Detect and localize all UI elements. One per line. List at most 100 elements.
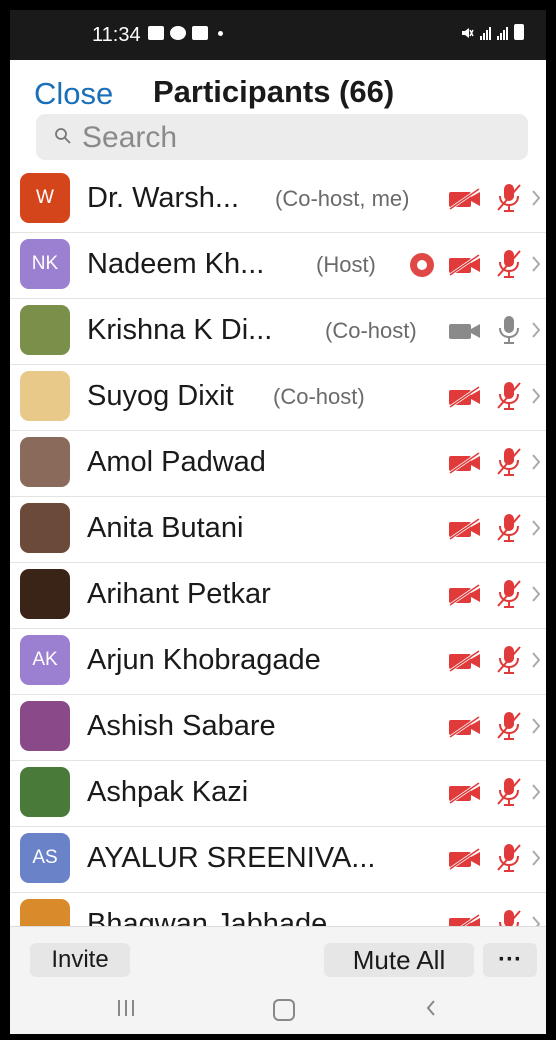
whatsapp-icon bbox=[170, 26, 186, 40]
microphone-muted-icon[interactable] bbox=[496, 908, 522, 926]
video-off-icon[interactable] bbox=[448, 847, 482, 871]
avatar: NK bbox=[20, 239, 70, 289]
participant-row[interactable]: Arihant Petkar bbox=[10, 562, 546, 629]
chevron-right-icon[interactable] bbox=[530, 846, 542, 870]
microphone-icon[interactable] bbox=[496, 314, 522, 346]
participant-row[interactable]: Anita Butani bbox=[10, 496, 546, 563]
invite-button[interactable]: Invite bbox=[30, 943, 130, 977]
participant-role: (Co-host, me) bbox=[275, 186, 410, 211]
app-frame: 11:34 Close Participants (66) W Dr. Warsh… bbox=[10, 10, 546, 1034]
mute-all-button[interactable]: Mute All bbox=[324, 943, 474, 977]
participant-name: Ashish Sabare bbox=[87, 710, 276, 742]
chevron-right-icon[interactable] bbox=[530, 186, 542, 210]
chevron-right-icon[interactable] bbox=[530, 912, 542, 926]
participant-role: (Co-host) bbox=[273, 384, 365, 409]
video-off-icon[interactable] bbox=[448, 649, 482, 673]
search-bar[interactable] bbox=[36, 114, 528, 160]
battery-icon bbox=[514, 24, 524, 40]
news-icon bbox=[192, 26, 208, 40]
video-off-icon[interactable] bbox=[448, 781, 482, 805]
bottom-toolbar: Invite Mute All ··· bbox=[10, 926, 546, 989]
video-off-icon[interactable] bbox=[448, 451, 482, 475]
participant-list[interactable]: W Dr. Warsh... (Co-host, me) NK Nadeem Kh...… bbox=[10, 166, 546, 926]
video-off-icon[interactable] bbox=[448, 715, 482, 739]
video-off-icon[interactable] bbox=[448, 187, 482, 211]
chevron-right-icon[interactable] bbox=[530, 384, 542, 408]
video-off-icon[interactable] bbox=[448, 913, 482, 926]
microphone-muted-icon[interactable] bbox=[496, 644, 522, 676]
signal-sim2-icon bbox=[497, 27, 508, 40]
chevron-right-icon[interactable] bbox=[530, 648, 542, 672]
avatar bbox=[20, 503, 70, 553]
avatar bbox=[20, 767, 70, 817]
participant-name: Bhagwan Jabhade bbox=[87, 908, 328, 926]
participant-name: Ashpak Kazi bbox=[87, 776, 249, 808]
microphone-muted-icon[interactable] bbox=[496, 512, 522, 544]
avatar bbox=[20, 569, 70, 619]
mute-icon bbox=[462, 28, 474, 38]
video-off-icon[interactable] bbox=[448, 583, 482, 607]
android-nav-bar bbox=[10, 988, 546, 1034]
participant-name: Arihant Petkar bbox=[87, 578, 271, 610]
avatar bbox=[20, 899, 70, 926]
participant-name: Nadeem Kh... bbox=[87, 248, 265, 280]
chevron-right-icon[interactable] bbox=[530, 450, 542, 474]
avatar bbox=[20, 305, 70, 355]
participant-row[interactable]: Ashish Sabare bbox=[10, 694, 546, 761]
participant-row[interactable]: Bhagwan Jabhade bbox=[10, 892, 546, 926]
participant-role: (Co-host) bbox=[325, 318, 417, 343]
participant-row[interactable]: W Dr. Warsh... (Co-host, me) bbox=[10, 166, 546, 233]
avatar: W bbox=[20, 173, 70, 223]
microphone-muted-icon[interactable] bbox=[496, 710, 522, 742]
microphone-muted-icon[interactable] bbox=[496, 446, 522, 478]
video-off-icon[interactable] bbox=[448, 517, 482, 541]
chevron-right-icon[interactable] bbox=[530, 780, 542, 804]
participant-name: Suyog Dixit bbox=[87, 380, 234, 412]
more-notifications-icon bbox=[218, 30, 223, 36]
gallery-icon bbox=[148, 26, 164, 40]
participant-row[interactable]: Krishna K Di... (Co-host) bbox=[10, 298, 546, 365]
status-time: 11:34 bbox=[92, 24, 141, 46]
microphone-muted-icon[interactable] bbox=[496, 842, 522, 874]
participant-row[interactable]: AS AYALUR SREENIVA... bbox=[10, 826, 546, 893]
avatar bbox=[20, 437, 70, 487]
microphone-muted-icon[interactable] bbox=[496, 578, 522, 610]
microphone-muted-icon[interactable] bbox=[496, 182, 522, 214]
page-title: Participants (66) bbox=[153, 74, 395, 109]
participant-row[interactable]: AK Arjun Khobragade bbox=[10, 628, 546, 695]
search-icon bbox=[55, 128, 71, 144]
video-camera-icon[interactable] bbox=[448, 319, 482, 343]
chevron-right-icon[interactable] bbox=[530, 318, 542, 342]
back-icon[interactable] bbox=[426, 999, 436, 1017]
participant-name: Dr. Warsh... bbox=[87, 182, 239, 214]
recent-apps-icon[interactable] bbox=[118, 1000, 134, 1016]
avatar bbox=[20, 701, 70, 751]
microphone-muted-icon[interactable] bbox=[496, 380, 522, 412]
participant-name: Amol Padwad bbox=[87, 446, 266, 478]
participant-role: (Host) bbox=[316, 252, 376, 277]
participant-row[interactable]: Ashpak Kazi bbox=[10, 760, 546, 827]
participants-header: Close Participants (66) bbox=[10, 60, 546, 116]
status-bar: 11:34 bbox=[10, 10, 546, 60]
microphone-muted-icon[interactable] bbox=[496, 248, 522, 280]
participant-name: Krishna K Di... bbox=[87, 314, 273, 346]
participant-row[interactable]: NK Nadeem Kh... (Host) bbox=[10, 232, 546, 299]
video-off-icon[interactable] bbox=[448, 385, 482, 409]
microphone-muted-icon[interactable] bbox=[496, 776, 522, 808]
chevron-right-icon[interactable] bbox=[530, 582, 542, 606]
chevron-right-icon[interactable] bbox=[530, 714, 542, 738]
notification-icons bbox=[148, 26, 223, 40]
participant-name: Anita Butani bbox=[87, 512, 244, 544]
participant-row[interactable]: Amol Padwad bbox=[10, 430, 546, 497]
status-right-icons bbox=[460, 24, 524, 40]
avatar: AS bbox=[20, 833, 70, 883]
search-input[interactable] bbox=[80, 120, 514, 156]
video-off-icon[interactable] bbox=[448, 253, 482, 277]
chevron-right-icon[interactable] bbox=[530, 516, 542, 540]
close-button[interactable]: Close bbox=[34, 76, 113, 112]
chevron-right-icon[interactable] bbox=[530, 252, 542, 276]
home-icon[interactable] bbox=[273, 999, 295, 1021]
avatar bbox=[20, 371, 70, 421]
more-options-button[interactable]: ··· bbox=[483, 943, 537, 977]
participant-row[interactable]: Suyog Dixit (Co-host) bbox=[10, 364, 546, 431]
